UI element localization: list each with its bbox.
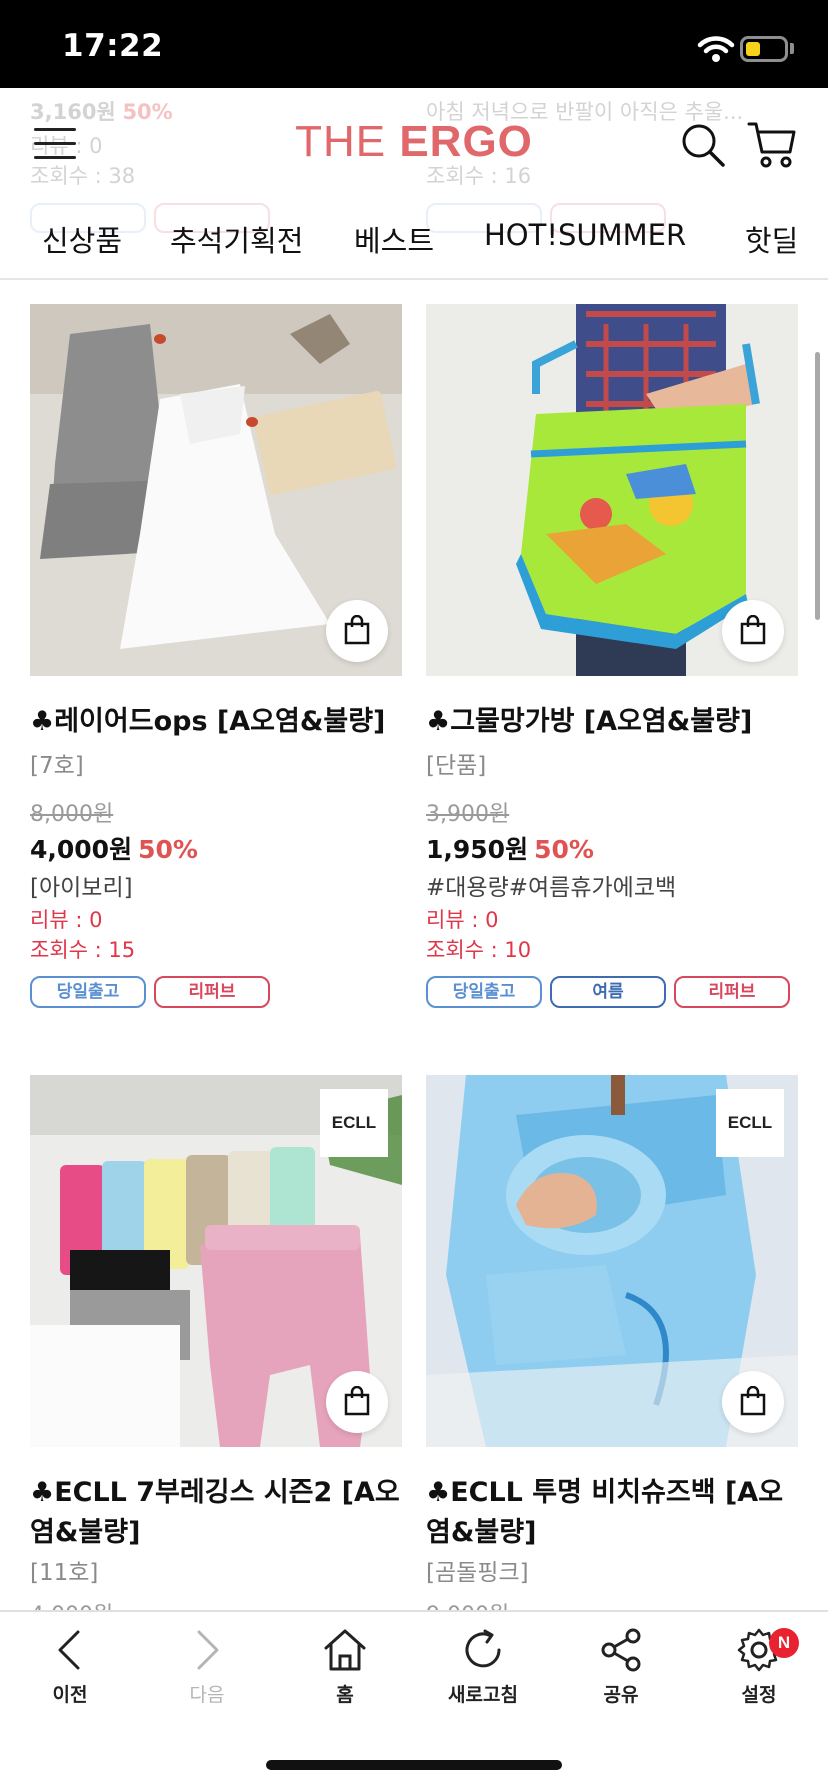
shopping-bag-icon xyxy=(740,615,766,645)
share-icon xyxy=(601,1628,641,1672)
home-icon xyxy=(324,1629,366,1671)
product-card[interactable]: ECLL ♣ECLL 투명 비치슈즈백 [A오염&불량] [곰돌핑크] 9,00… xyxy=(426,1075,798,1675)
badge-refurb: 리퍼브 xyxy=(674,976,790,1008)
discount-rate: 50% xyxy=(138,835,198,864)
share-button[interactable]: 공유 xyxy=(571,1626,671,1726)
original-price: 8,000원 xyxy=(30,802,114,827)
product-image[interactable] xyxy=(426,304,798,676)
product-image[interactable]: ECLL xyxy=(426,1075,798,1447)
home-button[interactable]: 홈 xyxy=(295,1626,395,1726)
add-to-cart-button[interactable] xyxy=(722,600,784,662)
new-notification-badge: N xyxy=(769,1628,799,1658)
home-indicator xyxy=(266,1760,562,1770)
product-name[interactable]: ♣그물망가방 [A오염&불량] xyxy=(426,702,798,742)
view-count: 조회수 : 10 xyxy=(426,938,532,962)
status-time: 17:22 xyxy=(62,28,164,64)
product-card[interactable]: ECLL ♣ECLL 7부레깅스 시즌2 [A오염&불량] [11호] 4,00… xyxy=(30,1075,402,1675)
share-label: 공유 xyxy=(603,1684,639,1706)
wifi-icon xyxy=(697,36,735,62)
badge-same-day: 당일출고 xyxy=(30,976,146,1008)
refresh-label: 새로고침 xyxy=(448,1684,518,1706)
brand-tag: ECLL xyxy=(716,1089,784,1157)
forward-chevron-icon xyxy=(197,1630,219,1670)
status-bar: 17:22 xyxy=(0,0,828,88)
product-option: [11호] xyxy=(30,1560,99,1586)
refresh-icon xyxy=(465,1629,501,1668)
review-count: 리뷰 : 0 xyxy=(426,908,499,932)
badge-summer: 여름 xyxy=(550,976,666,1008)
product-name[interactable]: ♣ECLL 투명 비치슈즈백 [A오염&불량] xyxy=(426,1473,798,1553)
add-to-cart-button[interactable] xyxy=(326,1371,388,1433)
category-hot-deal[interactable]: 핫딜 xyxy=(745,218,798,260)
product-image[interactable]: ECLL xyxy=(30,1075,402,1447)
product-option: [단품] xyxy=(426,753,487,779)
category-new[interactable]: 신상품 xyxy=(42,218,122,260)
sale-price: 1,950원 50% xyxy=(426,835,594,864)
shopping-bag-icon xyxy=(344,615,370,645)
product-name[interactable]: ♣ECLL 7부레깅스 시즌2 [A오염&불량] xyxy=(30,1473,402,1553)
forward-label: 다음 xyxy=(189,1684,225,1706)
review-count: 리뷰 : 0 xyxy=(30,908,103,932)
refresh-button[interactable]: 새로고침 xyxy=(433,1626,533,1726)
forward-button[interactable]: 다음 xyxy=(157,1626,257,1726)
battery-icon xyxy=(740,36,788,62)
search-icon[interactable] xyxy=(680,122,726,168)
brand-tag: ECLL xyxy=(320,1089,388,1157)
back-button[interactable]: 이전 xyxy=(20,1626,120,1726)
product-description: #대용량#여름휴가에코백 xyxy=(426,875,677,901)
badge-same-day: 당일출고 xyxy=(426,976,542,1008)
settings-label: 설정 xyxy=(741,1684,777,1706)
product-option: [7호] xyxy=(30,753,84,779)
badge-refurb: 리퍼브 xyxy=(154,976,270,1008)
add-to-cart-button[interactable] xyxy=(722,1371,784,1433)
back-label: 이전 xyxy=(52,1684,88,1706)
discount-rate: 50% xyxy=(534,835,594,864)
product-card[interactable]: ♣그물망가방 [A오염&불량] [단품] 3,900원 1,950원 50% #대… xyxy=(426,304,798,1024)
home-label: 홈 xyxy=(336,1684,354,1706)
sale-price: 4,000원 50% xyxy=(30,835,198,864)
scrollbar[interactable] xyxy=(815,352,820,620)
view-count: 조회수 : 15 xyxy=(30,938,136,962)
product-card[interactable]: ♣레이어드ops [A오염&불량] [7호] 8,000원 4,000원 50% … xyxy=(30,304,402,1024)
category-nav: 신상품 추석기획전 베스트 HOT!SUMMER 핫딜 xyxy=(0,210,828,266)
product-name[interactable]: ♣레이어드ops [A오염&불량] xyxy=(30,702,402,742)
category-chuseok[interactable]: 추석기획전 xyxy=(170,218,303,260)
shopping-bag-icon xyxy=(740,1386,766,1416)
original-price: 3,900원 xyxy=(426,802,510,827)
back-chevron-icon xyxy=(58,1630,80,1670)
add-to-cart-button[interactable] xyxy=(326,600,388,662)
product-description: [아이보리] xyxy=(30,875,133,901)
category-best[interactable]: 베스트 xyxy=(354,218,434,260)
shopping-bag-icon xyxy=(344,1386,370,1416)
product-option: [곰돌핑크] xyxy=(426,1560,529,1586)
product-image[interactable] xyxy=(30,304,402,676)
cart-icon[interactable] xyxy=(746,118,798,170)
settings-button[interactable]: N 설정 xyxy=(709,1626,809,1726)
category-hot-summer[interactable]: HOT!SUMMER xyxy=(484,218,686,252)
